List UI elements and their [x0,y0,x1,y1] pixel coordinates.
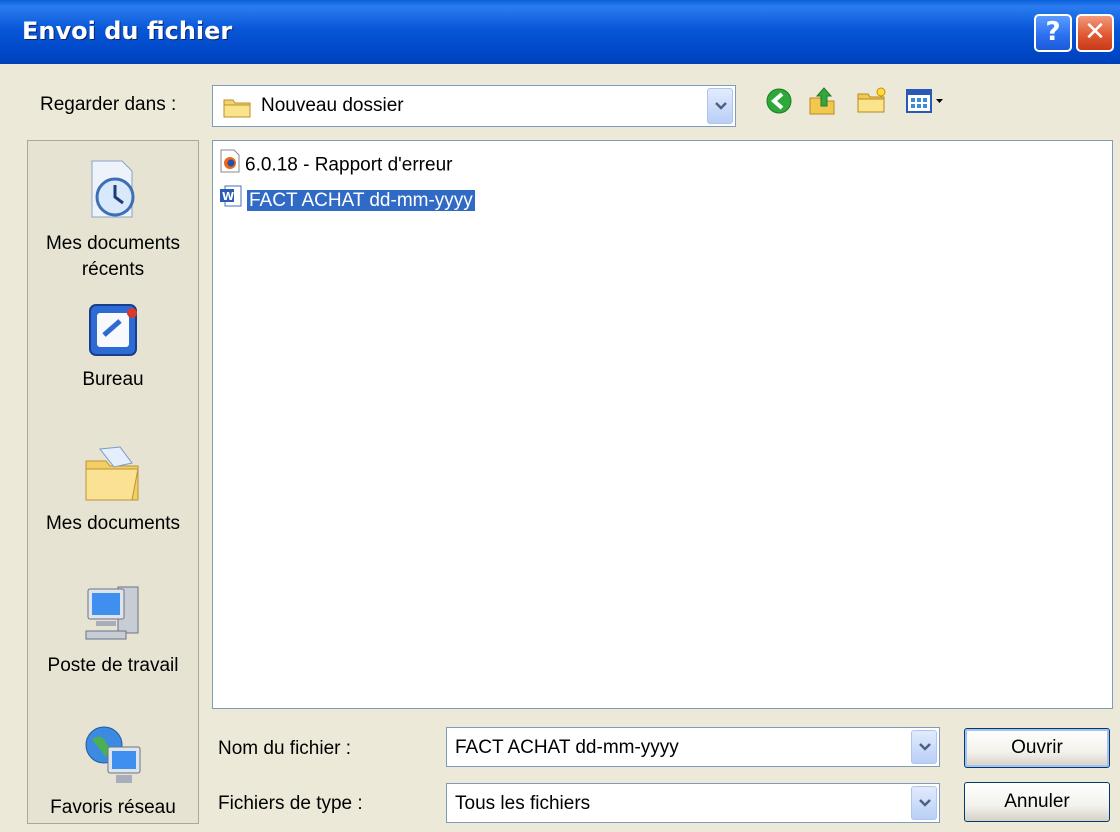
my-documents-icon [28,443,198,511]
look-in-value: Nouveau dossier [261,95,404,116]
new-folder-icon[interactable] [856,86,888,122]
place-network[interactable]: Favoris réseau [28,723,198,821]
place-label: Mes documents [45,513,181,534]
help-icon: ? [1045,17,1061,47]
title-bar: Envoi du fichier ? ✕ [0,0,1120,64]
firefox-icon [219,149,241,182]
close-icon: ✕ [1084,17,1106,47]
list-item-selected[interactable]: W FACT ACHAT dd-mm-yyyy [219,185,481,213]
filename-dropdown-button[interactable] [911,730,937,764]
svg-text:W: W [222,190,234,203]
place-my-computer[interactable]: Poste de travail [28,581,198,679]
word-doc-icon: W [219,185,243,216]
look-in-label: Regarder dans : [40,94,177,115]
chevron-down-icon [919,743,931,751]
place-label: Mes documents récents [45,233,181,280]
folder-icon [223,96,251,124]
chevron-down-icon [919,799,931,807]
place-desktop[interactable]: Bureau [28,299,198,393]
filename-value[interactable]: FACT ACHAT dd-mm-yyyy [455,737,679,759]
file-name: FACT ACHAT dd-mm-yyyy [247,189,475,211]
up-folder-icon[interactable] [806,86,838,122]
look-in-dropdown-button[interactable] [707,88,733,124]
place-label: Favoris réseau [50,797,176,818]
place-recent-documents[interactable]: Mes documents récents [28,155,198,283]
file-name: 6.0.18 - Rapport d'erreur [245,154,453,176]
filetype-label: Fichiers de type : [218,793,363,814]
view-menu-icon[interactable] [904,86,948,122]
help-button[interactable]: ? [1034,14,1072,52]
list-item[interactable]: 6.0.18 - Rapport d'erreur [219,149,458,177]
place-label: Poste de travail [47,655,179,676]
filename-label: Nom du fichier : [218,738,352,759]
desktop-icon [28,299,198,367]
places-bar: Mes documents récents Bureau Mes documen… [27,140,199,824]
file-list[interactable]: 6.0.18 - Rapport d'erreur W FACT ACHAT d… [212,140,1113,709]
filename-input[interactable]: FACT ACHAT dd-mm-yyyy [446,727,940,767]
look-in-select[interactable]: Nouveau dossier [212,85,736,127]
window-title: Envoi du fichier [22,17,233,45]
filetype-select[interactable]: Tous les fichiers [446,783,940,823]
place-my-documents[interactable]: Mes documents [28,443,198,537]
filetype-value: Tous les fichiers [455,793,591,814]
open-button[interactable]: Ouvrir [964,728,1110,768]
chevron-down-icon [715,102,727,110]
cancel-button[interactable]: Annuler [964,782,1110,822]
back-icon[interactable] [764,86,794,122]
place-label: Bureau [82,369,144,390]
filetype-dropdown-button[interactable] [911,786,937,820]
my-computer-icon [28,581,198,653]
network-places-icon [28,723,198,795]
recent-documents-icon [28,155,198,231]
close-button[interactable]: ✕ [1076,14,1114,52]
